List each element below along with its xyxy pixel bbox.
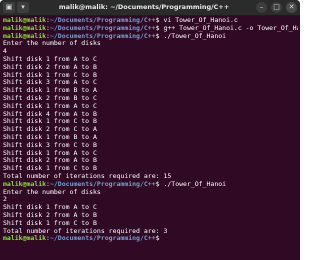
output-line: Shift disk 1 from C to B <box>3 118 97 126</box>
maximize-icon[interactable]: □ <box>271 2 282 13</box>
output-line: Shift disk 2 from C to A <box>3 126 97 134</box>
command-text: $ vi Tower_Of_Hanoi.c <box>155 17 238 24</box>
command-text: $ ./Tower_Of_Hanoi <box>155 180 227 188</box>
output-line: 4 <box>3 48 7 56</box>
window-title: malik@malik: ~/Documents/Programming/C++ <box>58 3 230 11</box>
prompt-user: malik@malik <box>3 235 47 243</box>
title-bar: ▣ ▾ malik@malik: ~/Documents/Programming… <box>0 0 300 16</box>
output-line: Shift disk 3 from A to C <box>3 79 97 87</box>
prompt-path: ~/Documents/Programming/C++ <box>49 24 156 32</box>
prompt-user: malik@malik <box>3 24 47 32</box>
output-line: Shift disk 1 from C to B <box>3 165 97 173</box>
output-line: Shift disk 1 from C to B <box>3 71 97 79</box>
output-line: Shift disk 1 from A to C <box>3 55 97 63</box>
chevron-down-icon[interactable]: ▾ <box>17 2 29 13</box>
output-line: Shift disk 4 from A to B <box>3 110 97 118</box>
output-line: Shift disk 3 from C to B <box>3 141 97 149</box>
prompt-path: ~/Documents/Programming/C++ <box>49 180 156 188</box>
title-bar-left-controls: ▣ ▾ <box>3 2 29 13</box>
prompt-user: malik@malik <box>3 32 47 40</box>
output-line: Enter the number of disks <box>3 188 101 196</box>
prompt-user: malik@malik <box>3 17 47 24</box>
prompt-path: ~/Documents/Programming/C++ <box>49 17 156 24</box>
output-line: Shift disk 1 from A to C <box>3 149 97 157</box>
output-line: Enter the number of disks <box>3 40 101 48</box>
output-line: Total number of iterations required are:… <box>3 227 168 235</box>
terminal-icon[interactable]: ▣ <box>3 2 15 13</box>
output-line: Shift disk 1 from B to A <box>3 87 97 95</box>
prompt-line: malik@malik:~/Documents/Programming/C++$… <box>3 25 298 33</box>
output-line: 2 <box>3 196 7 204</box>
output-line: Shift disk 2 from A to B <box>3 63 97 71</box>
output-line: Shift disk 2 from A to B <box>3 157 97 165</box>
prompt-path: ~/Documents/Programming/C++ <box>49 32 156 40</box>
prompt-user: malik@malik <box>3 180 47 188</box>
terminal-window: ▣ ▾ malik@malik: ~/Documents/Programming… <box>0 0 300 260</box>
output-line: Shift disk 1 from A to C <box>3 204 97 212</box>
output-line: Shift disk 2 from A to B <box>3 211 97 219</box>
prompt-line: malik@malik:~/Documents/Programming/C++$ <box>3 235 298 243</box>
prompt-line: malik@malik:~/Documents/Programming/C++$… <box>3 33 298 41</box>
terminal-output[interactable]: malik@malik:~/Documents/Programming/C++$… <box>3 17 298 260</box>
command-text: $ g++ Tower_Of_Hanoi.c -o Tower_Of_Hanoi <box>155 24 298 32</box>
prompt-line: malik@malik:~/Documents/Programming/C++$… <box>3 181 298 189</box>
output-line: Shift disk 1 from C to B <box>3 219 97 227</box>
output-line: Shift disk 1 from A to C <box>3 102 97 110</box>
command-text: $ <box>155 235 164 243</box>
window-controls: – □ ✕ <box>256 2 297 13</box>
output-line: Total number of iterations required are:… <box>3 172 172 180</box>
minimize-icon[interactable]: – <box>256 2 267 13</box>
close-icon[interactable]: ✕ <box>286 2 297 13</box>
command-text: $ ./Tower_Of_Hanoi <box>155 32 227 40</box>
output-line: Shift disk 2 from B to C <box>3 94 97 102</box>
prompt-path: ~/Documents/Programming/C++ <box>49 235 156 243</box>
output-line: Shift disk 1 from B to A <box>3 133 97 141</box>
prompt-line: malik@malik:~/Documents/Programming/C++$… <box>3 17 298 25</box>
